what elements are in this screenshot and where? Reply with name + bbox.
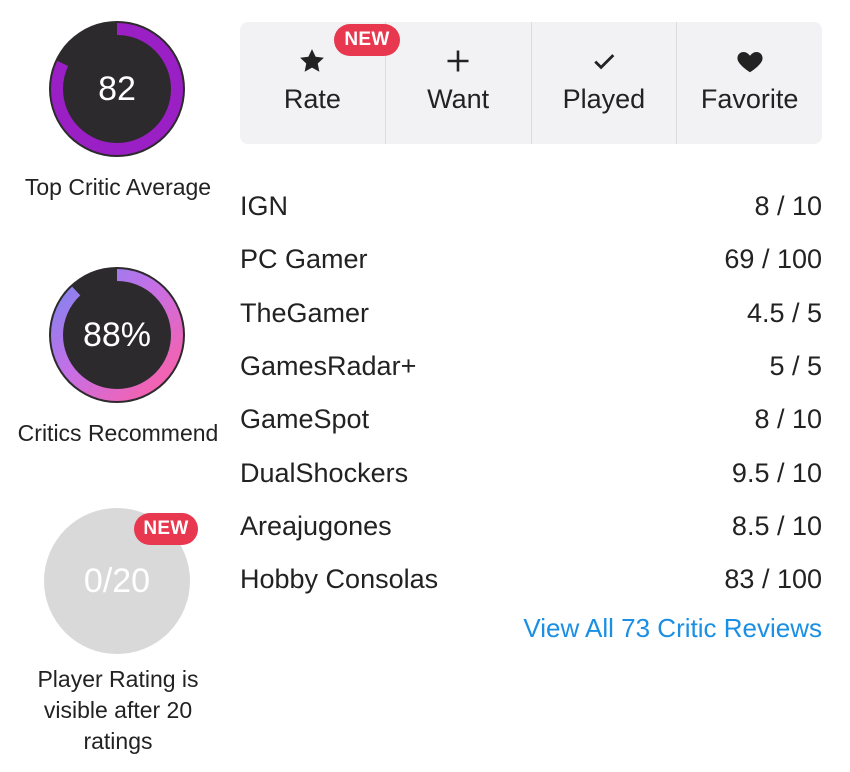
review-score: 8.5 / 10 bbox=[731, 510, 822, 541]
action-bar: Rate Want Played Favorite bbox=[240, 22, 822, 144]
review-score: 83 / 100 bbox=[724, 564, 822, 595]
top-critic-score-value: 82 bbox=[98, 69, 136, 108]
critics-recommend-ring: 88% bbox=[44, 262, 190, 408]
want-button[interactable]: Want bbox=[384, 22, 531, 144]
rate-new-badge: NEW bbox=[334, 24, 400, 56]
top-critic-score-ring: 82 bbox=[44, 16, 190, 162]
review-row[interactable]: Hobby Consolas 83 / 100 bbox=[240, 553, 822, 606]
review-score: 8 / 10 bbox=[754, 404, 822, 435]
review-row[interactable]: DualShockers 9.5 / 10 bbox=[240, 446, 822, 499]
review-row[interactable]: GameSpot 8 / 10 bbox=[240, 393, 822, 446]
want-label: Want bbox=[427, 84, 490, 114]
star-icon bbox=[297, 46, 327, 76]
review-outlet: TheGamer bbox=[240, 297, 370, 328]
view-all-reviews-link[interactable]: View All 73 Critic Reviews bbox=[523, 613, 822, 644]
heart-icon bbox=[735, 46, 765, 76]
player-rating-new-badge: NEW bbox=[134, 513, 198, 545]
review-score: 5 / 5 bbox=[769, 351, 822, 382]
review-outlet: Hobby Consolas bbox=[240, 564, 439, 595]
review-outlet: GamesRadar+ bbox=[240, 351, 417, 382]
scores-column: 82 Top Critic Average 88% Critics Recomm… bbox=[0, 0, 236, 772]
checkmark-icon bbox=[590, 46, 618, 76]
critics-recommend-value: 88% bbox=[82, 315, 152, 354]
review-score: 4.5 / 5 bbox=[746, 297, 822, 328]
top-critic-caption: Top Critic Average bbox=[24, 174, 212, 200]
review-score: 9.5 / 10 bbox=[731, 457, 822, 488]
review-score: 8 / 10 bbox=[754, 191, 822, 222]
review-outlet: PC Gamer bbox=[240, 244, 368, 275]
favorite-label: Favorite bbox=[700, 84, 799, 114]
critic-reviews-list: IGN 8 / 10 PC Gamer 69 / 100 TheGamer 4.… bbox=[240, 180, 822, 606]
review-row[interactable]: Areajugones 8.5 / 10 bbox=[240, 500, 822, 553]
review-row[interactable]: TheGamer 4.5 / 5 bbox=[240, 287, 822, 340]
favorite-button[interactable]: Favorite bbox=[676, 22, 822, 144]
rate-label: Rate bbox=[283, 84, 341, 114]
review-score: 69 / 100 bbox=[724, 244, 822, 275]
critics-recommend-caption: Critics Recommend bbox=[17, 420, 219, 446]
review-row[interactable]: PC Gamer 69 / 100 bbox=[240, 233, 822, 286]
review-outlet: DualShockers bbox=[240, 457, 409, 488]
review-row[interactable]: IGN 8 / 10 bbox=[240, 180, 822, 233]
review-outlet: Areajugones bbox=[240, 510, 392, 541]
review-outlet: IGN bbox=[240, 191, 289, 222]
player-rating-caption: Player Rating is visible after 20 rating… bbox=[37, 666, 199, 754]
played-button[interactable]: Played bbox=[530, 22, 677, 144]
plus-icon bbox=[444, 46, 472, 76]
review-row[interactable]: GamesRadar+ 5 / 5 bbox=[240, 340, 822, 393]
review-outlet: GameSpot bbox=[240, 404, 370, 435]
played-label: Played bbox=[562, 84, 646, 114]
